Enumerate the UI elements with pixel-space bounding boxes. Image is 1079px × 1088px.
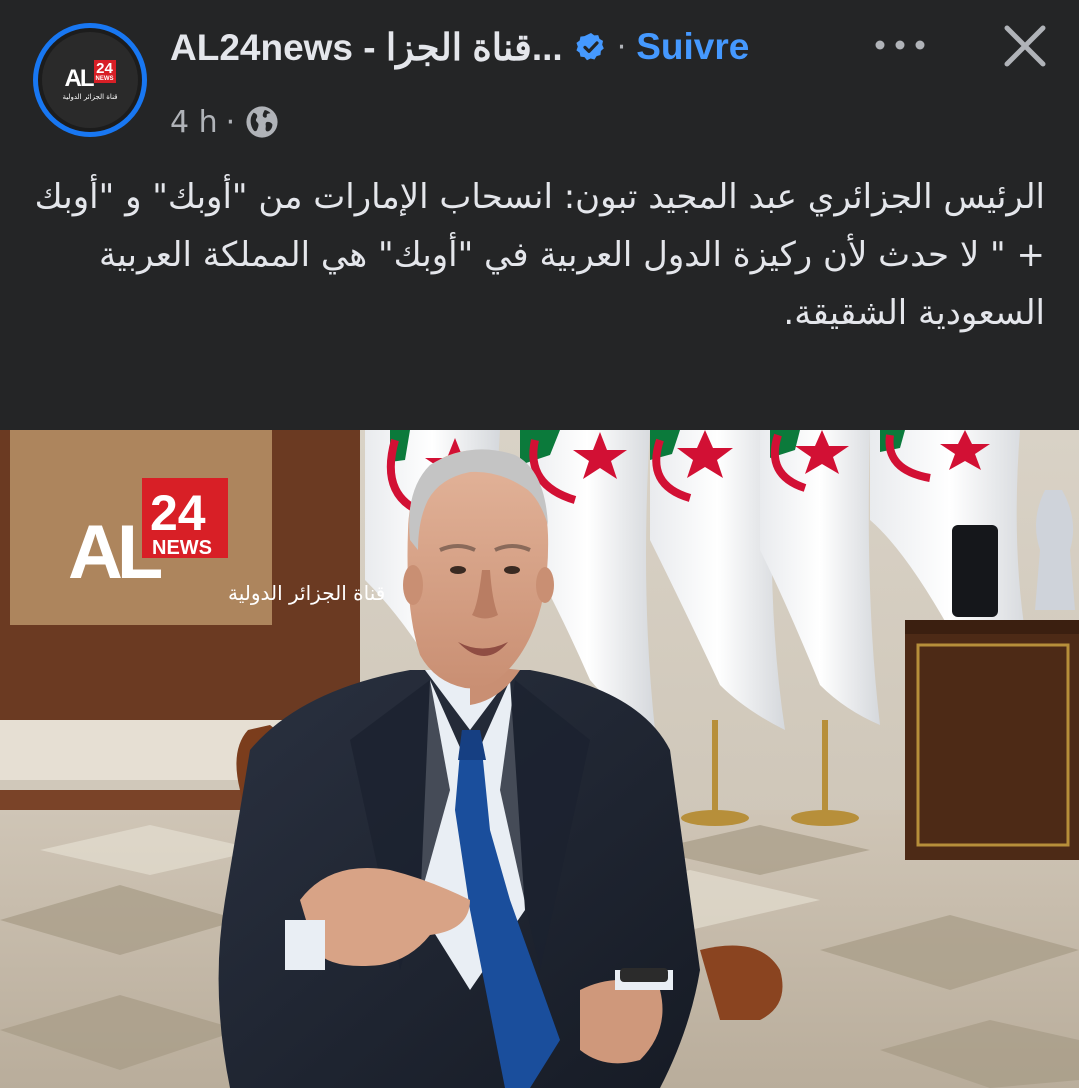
more-icon[interactable] (870, 25, 930, 65)
more-dots (875, 40, 925, 50)
avatar-logo-news: NEWS (95, 75, 114, 82)
verified-badge-icon (576, 33, 604, 61)
post-meta: 4 h · (170, 102, 279, 142)
title-row: AL24news - قناة الجزا... · Suivre (170, 22, 749, 72)
post-text: الرئيس الجزائري عبد المجيد تبون: انسحاب … (34, 177, 1045, 333)
avatar-logo-subtitle: قناة الجزائر الدولية (62, 92, 118, 101)
follow-button[interactable]: Suivre (636, 26, 749, 68)
post-time[interactable]: 4 h (170, 105, 218, 140)
avatar-logo-number: 24 (96, 59, 113, 77)
avatar-logo: AL 24 NEWS قناة الجزائر الدولية (42, 32, 138, 128)
page-name-link[interactable]: AL24news - قناة الجزا... (170, 26, 563, 69)
post-photo[interactable]: AL 24 NEWS قناة الجزائر الدولية (0, 430, 1079, 1088)
svg-text:NEWS: NEWS (152, 537, 212, 559)
avatar-logo-mark: AL 24 NEWS (64, 59, 116, 92)
watermark-subtitle: قناة الجزائر الدولية (228, 581, 385, 605)
close-icon[interactable] (995, 16, 1055, 76)
meta-separator: · (225, 104, 236, 140)
avatar-logo-box: 24 NEWS (93, 59, 116, 83)
avatar-logo-text: AL (64, 64, 95, 92)
page-avatar[interactable]: AL 24 NEWS قناة الجزائر الدولية (33, 23, 147, 137)
post-header: AL 24 NEWS قناة الجزائر الدولية AL24news… (0, 0, 1079, 150)
separator-dot: · (616, 29, 627, 65)
close-x (1004, 25, 1046, 67)
svg-text:24: 24 (150, 485, 206, 541)
photo-illustration: AL 24 NEWS قناة الجزائر الدولية (0, 430, 1079, 1088)
globe-icon (246, 106, 278, 138)
